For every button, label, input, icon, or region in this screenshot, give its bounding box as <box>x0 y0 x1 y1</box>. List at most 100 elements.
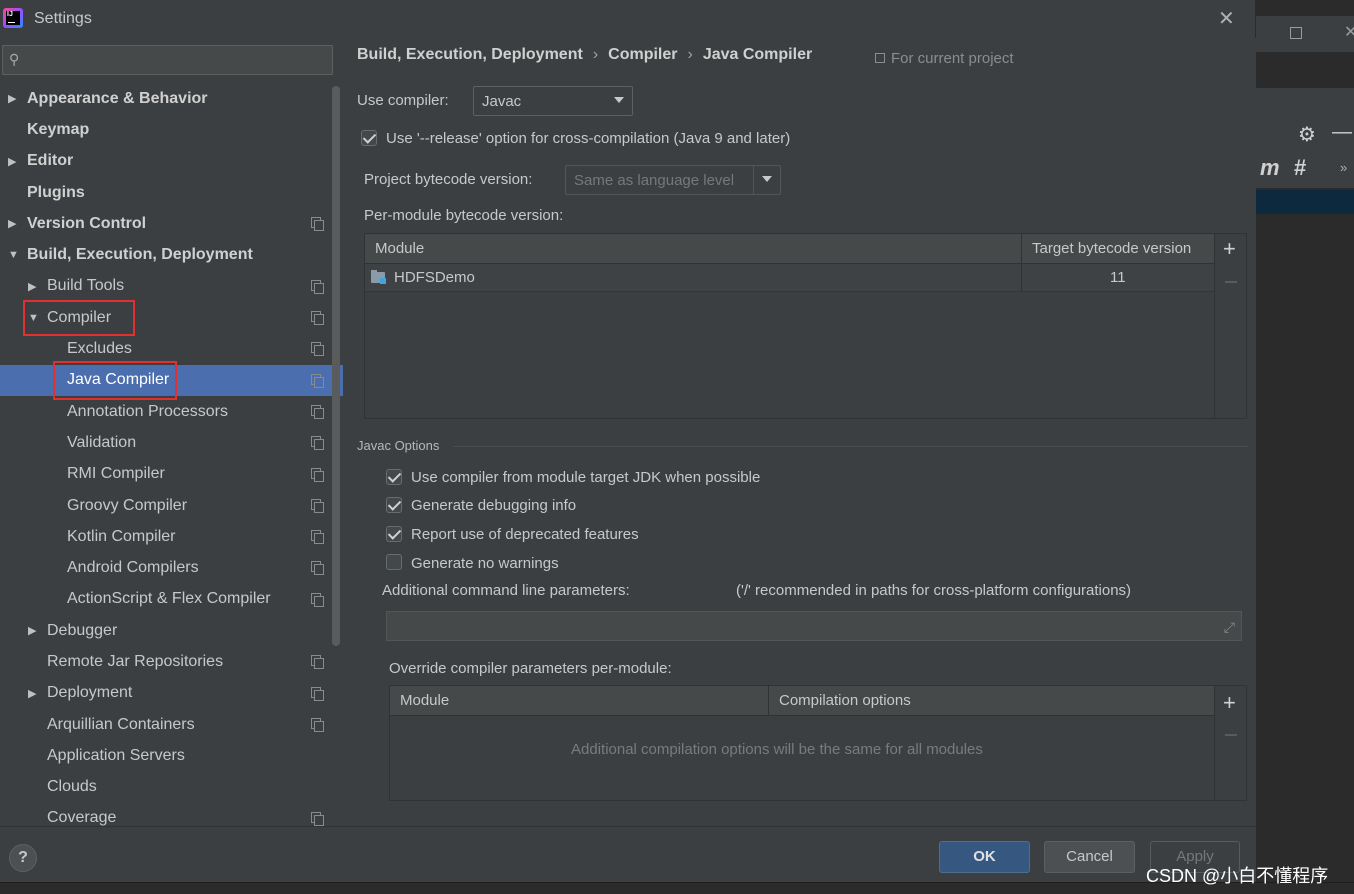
sidebar-item[interactable]: ▶ Version Control <box>0 208 343 239</box>
per-module-table: Module Target bytecode version HDFSDemo … <box>364 233 1247 419</box>
java-compiler-highlight-box <box>53 361 177 400</box>
breadcrumb: Build, Execution, Deployment › Compiler › Ja… <box>357 46 812 64</box>
additional-params-label: Additional command line parameters: <box>382 582 630 599</box>
titlebar: IJ Settings ✕ <box>0 0 1256 38</box>
column-header-target-version[interactable]: Target bytecode version <box>1032 240 1191 257</box>
sidebar-item[interactable]: Annotation Processors <box>0 396 343 427</box>
maximize-icon[interactable] <box>1290 27 1302 39</box>
sidebar-item[interactable]: Excludes <box>0 333 343 364</box>
sidebar-item-label: Annotation Processors <box>67 402 228 420</box>
sidebar-item[interactable]: Kotlin Compiler <box>0 521 343 552</box>
sidebar-item-label: Android Compilers <box>67 559 199 577</box>
search-box[interactable]: ⚲ <box>2 45 333 75</box>
table-header: Module Target bytecode version <box>365 234 1214 264</box>
project-scope-icon <box>311 686 324 701</box>
sidebar-item[interactable]: Validation <box>0 427 343 458</box>
breadcrumb-part[interactable]: Compiler <box>608 46 677 63</box>
maven-icon[interactable]: m <box>1260 155 1280 181</box>
sidebar-item[interactable]: Application Servers <box>0 740 343 771</box>
deprecated-checkbox[interactable] <box>386 526 402 542</box>
column-divider <box>1021 264 1022 292</box>
no-warnings-checkbox[interactable] <box>386 554 402 570</box>
sidebar-item[interactable]: Groovy Compiler <box>0 490 343 521</box>
use-compiler-dropdown[interactable]: Javac <box>473 86 633 116</box>
sidebar-item[interactable]: ▶ Debugger <box>0 615 343 646</box>
project-scope-icon <box>311 592 324 607</box>
project-scope-icon <box>311 498 324 513</box>
sidebar-item[interactable]: RMI Compiler <box>0 459 343 490</box>
add-icon[interactable]: + <box>1223 692 1236 714</box>
toggle-offline-icon[interactable]: # <box>1294 155 1306 181</box>
breadcrumb-part[interactable]: Build, Execution, Deployment <box>357 46 583 63</box>
chevron-right-icon[interactable]: ▶ <box>28 280 36 293</box>
window-close-icon[interactable]: ✕ <box>1344 22 1354 42</box>
column-header-module[interactable]: Module <box>400 692 449 709</box>
column-header-compilation-options[interactable]: Compilation options <box>779 692 911 709</box>
release-option-label: Use '--release' option for cross-compila… <box>386 130 791 147</box>
breadcrumb-separator: › <box>592 46 599 63</box>
table-row[interactable]: HDFSDemo 11 <box>365 264 1214 292</box>
project-scope-icon <box>311 717 324 732</box>
add-icon[interactable]: + <box>1223 238 1236 260</box>
gear-icon[interactable]: ⚙ <box>1298 122 1316 147</box>
ok-button[interactable]: OK <box>939 841 1030 873</box>
debug-info-checkbox[interactable] <box>386 497 402 513</box>
chevron-down-icon <box>614 97 624 103</box>
sidebar-item[interactable]: Remote Jar Repositories <box>0 646 343 677</box>
debug-info-label: Generate debugging info <box>411 497 577 514</box>
sidebar-item[interactable]: Arquillian Containers <box>0 709 343 740</box>
release-option-checkbox[interactable] <box>361 130 377 146</box>
project-scope-icon <box>311 311 324 326</box>
remove-icon[interactable] <box>1225 734 1237 736</box>
chevron-right-icon[interactable]: ▶ <box>8 155 16 168</box>
sidebar-item[interactable]: Keymap <box>0 114 343 145</box>
sidebar-item[interactable]: Android Compilers <box>0 552 343 583</box>
sidebar-item-label: Build, Execution, Deployment <box>27 246 253 264</box>
project-scope-icon <box>311 342 324 357</box>
project-scope-icon <box>311 217 324 232</box>
override-table: Module Compilation options Additional co… <box>389 685 1247 801</box>
project-scope-icon <box>311 530 324 545</box>
background-strip <box>1256 88 1354 118</box>
chevron-right-icon[interactable]: ▶ <box>28 687 36 700</box>
use-module-jdk-label: Use compiler from module target JDK when… <box>411 469 761 486</box>
expand-icon[interactable]: ⤢ <box>1224 619 1235 636</box>
chevron-right-icon[interactable]: ▶ <box>8 92 16 105</box>
more-icon[interactable]: » <box>1340 160 1347 175</box>
sidebar-item-label: Keymap <box>27 120 90 138</box>
column-header-module[interactable]: Module <box>375 240 424 257</box>
sidebar-item[interactable]: ▶ Build Tools <box>0 271 343 302</box>
chevron-down-icon[interactable]: ▼ <box>8 249 19 261</box>
sidebar-item[interactable]: ActionScript & Flex Compiler <box>0 584 343 615</box>
sidebar-item[interactable]: ▼ Build, Execution, Deployment <box>0 239 343 270</box>
sidebar-item-label: Validation <box>67 433 137 451</box>
additional-params-input[interactable]: ⤢ <box>386 611 1242 641</box>
use-compiler-label: Use compiler: <box>357 92 449 109</box>
cancel-button[interactable]: Cancel <box>1044 841 1135 873</box>
sidebar-item[interactable]: ▶ Deployment <box>0 678 343 709</box>
deprecated-label: Report use of deprecated features <box>411 526 639 543</box>
override-label: Override compiler parameters per-module: <box>389 660 672 677</box>
close-icon[interactable]: ✕ <box>1218 6 1235 31</box>
sidebar-item[interactable]: Clouds <box>0 772 343 803</box>
sidebar-scrollbar[interactable] <box>332 86 340 646</box>
sidebar-item[interactable]: Plugins <box>0 177 343 208</box>
remove-icon[interactable] <box>1225 281 1237 283</box>
hide-panel-icon[interactable]: — <box>1332 121 1352 144</box>
chevron-right-icon[interactable]: ▶ <box>8 217 16 230</box>
project-bytecode-dropdown[interactable]: Same as language level <box>565 165 781 195</box>
row-target-version[interactable]: 11 <box>1110 269 1126 286</box>
settings-tree: ▶ Appearance & Behavior Keymap ▶ Editor Plugi… <box>0 83 343 834</box>
javac-options-title: Javac Options <box>357 438 440 453</box>
per-module-label: Per-module bytecode version: <box>364 207 564 224</box>
sidebar-item[interactable]: ▶ Editor <box>0 146 343 177</box>
help-button[interactable]: ? <box>9 844 37 872</box>
empty-table-text: Additional compilation options will be t… <box>571 741 983 758</box>
sidebar-item[interactable]: ▶ Appearance & Behavior <box>0 83 343 114</box>
search-input[interactable] <box>31 50 321 70</box>
sidebar-item-label: Arquillian Containers <box>47 715 195 733</box>
chevron-right-icon[interactable]: ▶ <box>28 624 36 637</box>
sidebar-item-label: Kotlin Compiler <box>67 527 176 545</box>
sidebar-item-label: Excludes <box>67 340 132 358</box>
use-module-jdk-checkbox[interactable] <box>386 469 402 485</box>
